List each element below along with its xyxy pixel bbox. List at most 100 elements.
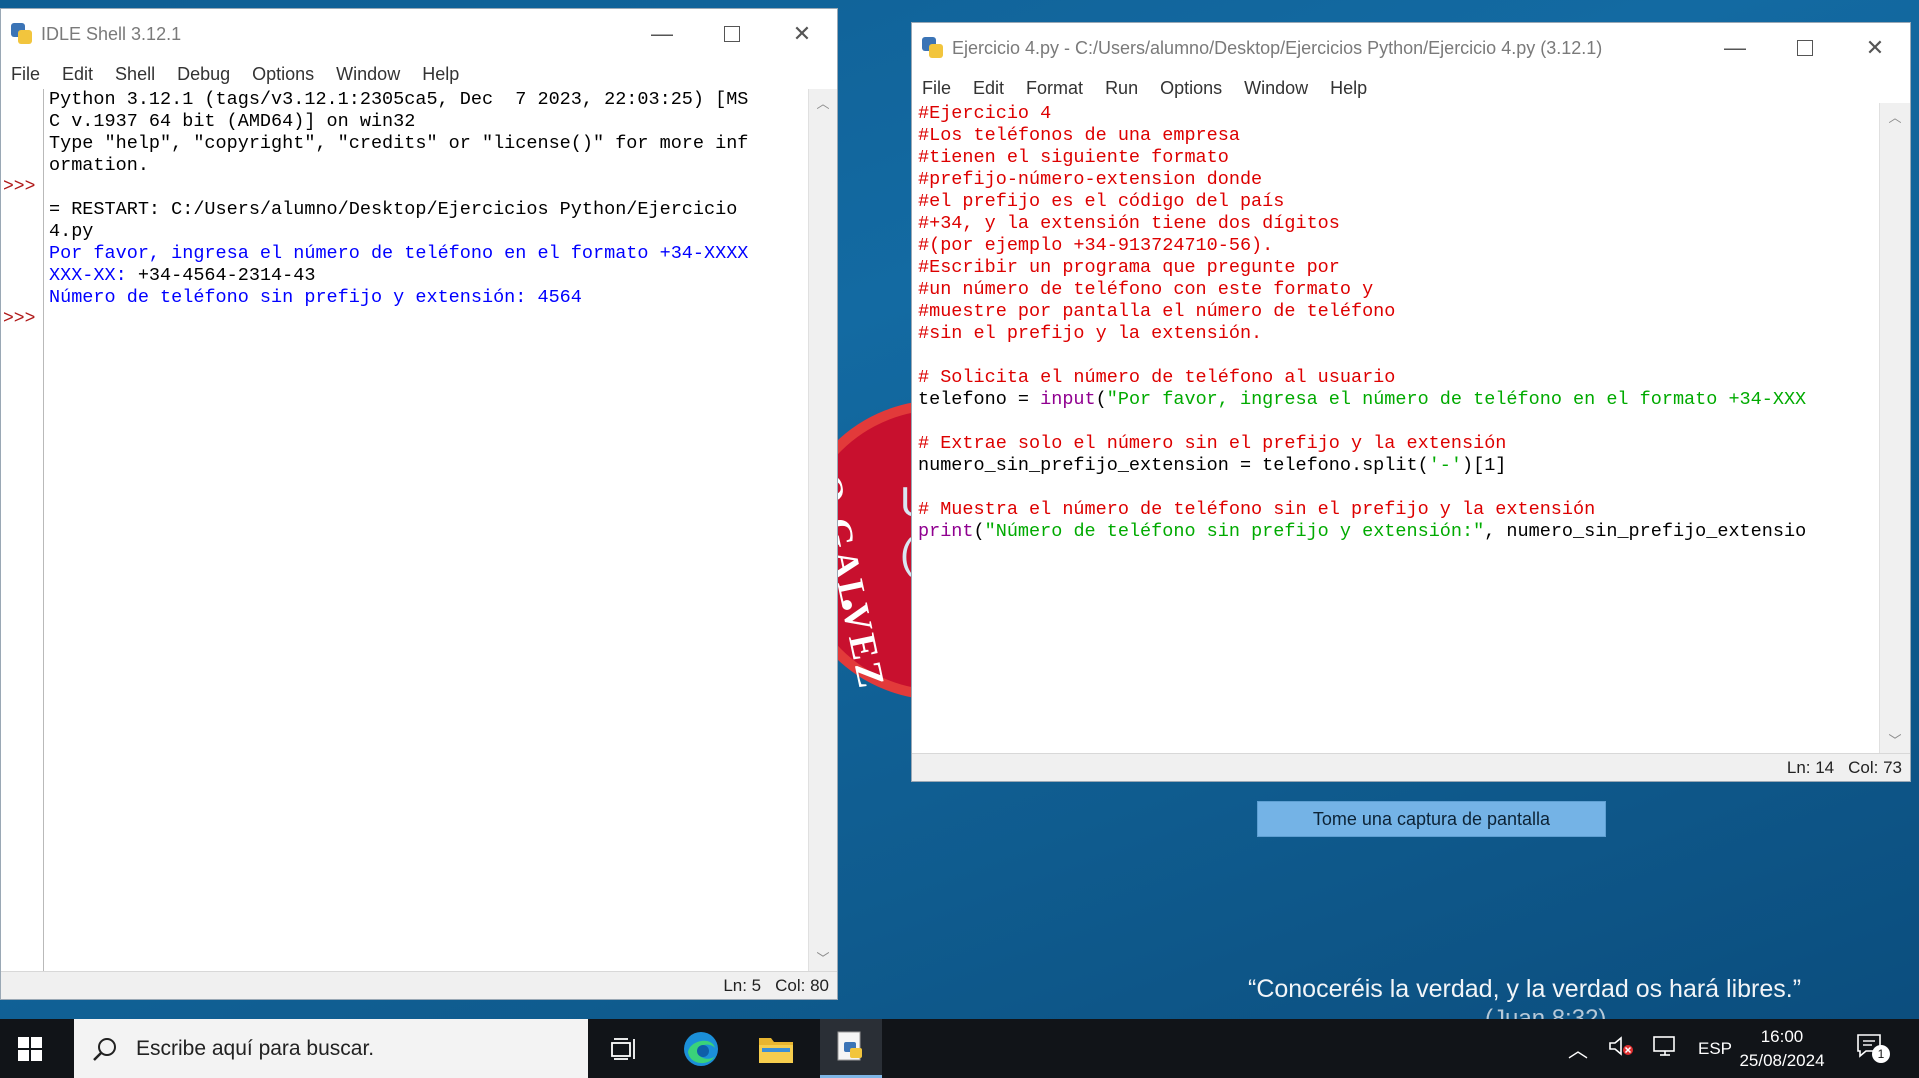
taskbar-search-box[interactable]: Escribe aquí para buscar. <box>74 1019 588 1078</box>
scroll-down-icon[interactable]: ﹀ <box>1880 730 1910 749</box>
close-button[interactable]: ✕ <box>767 9 837 59</box>
code-token: print <box>918 521 974 542</box>
menu-shell[interactable]: Shell <box>105 64 167 85</box>
folder-icon <box>759 1037 793 1063</box>
code-editor[interactable]: #Ejercicio 4 #Los teléfonos de una empres… <box>918 103 1880 753</box>
menu-help[interactable]: Help <box>1320 78 1379 99</box>
code-comment: #prefijo-número-extension donde <box>918 169 1263 190</box>
shell-scrollbar[interactable]: ︿ ﹀ <box>808 89 837 971</box>
maximize-icon <box>1797 40 1813 56</box>
menu-file[interactable]: File <box>912 78 963 99</box>
code-token: ( <box>1095 389 1107 410</box>
shell-line: ormation. <box>49 155 149 176</box>
search-icon <box>92 1036 118 1062</box>
shell-line: Número de teléfono sin prefijo y extensi… <box>49 287 582 308</box>
code-comment: #sin el prefijo y la extensión. <box>918 323 1263 344</box>
code-token: input <box>1040 389 1096 410</box>
editor-title: Ejercicio 4.py - C:/Users/alumno/Desktop… <box>952 37 1603 58</box>
code-comment: #tienen el siguiente formato <box>918 147 1229 168</box>
code-line: print("Número de teléfono sin prefijo y … <box>918 521 1880 543</box>
file-explorer-button[interactable] <box>745 1019 807 1078</box>
idle-editor-window[interactable]: Ejercicio 4.py - C:/Users/alumno/Desktop… <box>911 22 1911 782</box>
system-tray: ︿ ESP <box>1568 1019 1732 1078</box>
shell-prompt: >>> <box>3 309 36 329</box>
code-token: , numero_sin_prefijo_extensio <box>1484 521 1807 542</box>
code-token: '-' <box>1428 455 1462 476</box>
volume-muted-icon[interactable] <box>1608 1035 1634 1062</box>
menu-options[interactable]: Options <box>242 64 326 85</box>
shell-line: Por favor, ingresa el número de teléfono… <box>49 243 749 264</box>
code-token: ( <box>973 521 985 542</box>
start-button[interactable] <box>18 1037 42 1061</box>
code-comment: #el prefijo es el código del país <box>918 191 1285 212</box>
code-line: numero_sin_prefijo_extension = telefono.… <box>918 455 1880 477</box>
notification-icon: 1 <box>1856 1033 1890 1064</box>
shell-line: XXX-XX: <box>49 265 127 286</box>
editor-titlebar[interactable]: Ejercicio 4.py - C:/Users/alumno/Desktop… <box>912 23 1910 73</box>
code-comment: #+34, y la extensión tiene dos dígitos <box>918 213 1340 234</box>
wallpaper-quote: “Conoceréis la verdad, y la verdad os ha… <box>1248 975 1802 1003</box>
shell-titlebar[interactable]: IDLE Shell 3.12.1 — ✕ <box>1 9 837 59</box>
take-screenshot-button[interactable]: Tome una captura de pantalla <box>1257 801 1606 837</box>
editor-statusbar: Ln: 14 Col: 73 <box>912 753 1910 781</box>
python-file-icon <box>922 37 944 59</box>
menu-help[interactable]: Help <box>412 64 471 85</box>
code-comment: # Solicita el número de teléfono al usua… <box>918 367 1396 388</box>
menu-run[interactable]: Run <box>1095 78 1150 99</box>
shell-statusbar: Ln: 5 Col: 80 <box>1 971 837 999</box>
menu-window[interactable]: Window <box>326 64 412 85</box>
code-token: "Por favor, ingresa el número de teléfon… <box>1106 389 1807 410</box>
scroll-up-icon[interactable]: ︿ <box>1880 107 1910 126</box>
minimize-button[interactable]: — <box>627 9 697 59</box>
idle-shell-window[interactable]: IDLE Shell 3.12.1 — ✕ File Edit Shell De… <box>0 8 838 1000</box>
editor-scrollbar[interactable]: ︿ ﹀ <box>1879 103 1910 753</box>
shell-line: 4.py <box>49 221 94 242</box>
status-column: Col: 73 <box>1848 757 1902 777</box>
python-idle-icon <box>11 23 33 45</box>
maximize-button[interactable] <box>1770 23 1840 73</box>
clock-time: 16:00 <box>1760 1027 1804 1046</box>
menu-window[interactable]: Window <box>1234 78 1320 99</box>
shell-menubar: File Edit Shell Debug Options Window Hel… <box>1 59 837 89</box>
scroll-down-icon[interactable]: ﹀ <box>809 948 837 967</box>
code-comment: #un número de teléfono con este formato … <box>918 279 1374 300</box>
clock-date: 25/08/2024 <box>1739 1051 1825 1070</box>
menu-format[interactable]: Format <box>1016 78 1095 99</box>
scroll-up-icon[interactable]: ︿ <box>809 93 837 112</box>
menu-options[interactable]: Options <box>1150 78 1234 99</box>
status-column: Col: 80 <box>775 975 829 995</box>
taskbar-clock[interactable]: 16:00 25/08/2024 <box>1722 1025 1842 1073</box>
notification-center-button[interactable]: 1 <box>1856 1019 1890 1078</box>
python-idle-icon <box>837 1031 862 1061</box>
show-hidden-icons-icon[interactable]: ︿ <box>1568 1034 1588 1063</box>
minimize-button[interactable]: — <box>1700 23 1770 73</box>
code-comment: # Extrae solo el número sin el prefijo y… <box>918 433 1507 454</box>
code-token: numero_sin_prefijo_extension = telefono.… <box>918 455 1429 476</box>
notification-count-badge: 1 <box>1872 1045 1890 1063</box>
menu-file[interactable]: File <box>1 64 52 85</box>
edge-icon <box>684 1031 718 1066</box>
code-token: )[1] <box>1462 455 1507 476</box>
search-placeholder: Escribe aquí para buscar. <box>136 1036 375 1060</box>
edge-browser-button[interactable] <box>670 1019 732 1078</box>
status-line: Ln: 5 <box>723 975 762 995</box>
menu-edit[interactable]: Edit <box>52 64 105 85</box>
maximize-icon <box>724 26 740 42</box>
code-token: "Número de teléfono sin prefijo y extens… <box>984 521 1485 542</box>
network-icon[interactable] <box>1652 1035 1678 1062</box>
menu-edit[interactable]: Edit <box>963 78 1016 99</box>
task-view-button[interactable] <box>594 1019 656 1078</box>
shell-line: C v.1937 64 bit (AMD64)] on win32 <box>49 111 416 132</box>
menu-debug[interactable]: Debug <box>167 64 242 85</box>
seal-dot <box>842 600 852 610</box>
code-line: telefono = input("Por favor, ingresa el … <box>918 389 1880 411</box>
shell-prompt: >>> <box>3 177 36 197</box>
shell-output[interactable]: Python 3.12.1 (tags/v3.12.1:2305ca5, Dec… <box>49 89 809 971</box>
editor-menubar: File Edit Format Run Options Window Help <box>912 73 1910 103</box>
shell-user-input: +34-4564-2314-43 <box>126 265 316 286</box>
close-button[interactable]: ✕ <box>1840 23 1910 73</box>
shell-line: Python 3.12.1 (tags/v3.12.1:2305ca5, Dec… <box>49 89 749 110</box>
maximize-button[interactable] <box>697 9 767 59</box>
idle-taskbar-button[interactable] <box>820 1019 882 1078</box>
